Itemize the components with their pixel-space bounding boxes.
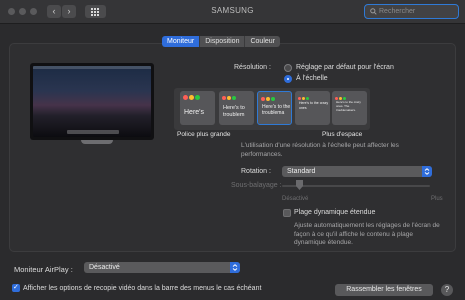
- display-stand: [81, 140, 113, 144]
- preview-menu-bar: [33, 66, 151, 69]
- help-button[interactable]: ?: [441, 284, 453, 296]
- search-icon: [370, 8, 377, 15]
- underscan-label: Sous-balayage :: [231, 182, 282, 189]
- rotation-label: Rotation :: [241, 168, 271, 175]
- resolution-default-radio[interactable]: [284, 64, 292, 72]
- resolution-scaled-label[interactable]: À l'échelle: [296, 75, 328, 82]
- search-placeholder: Rechercher: [379, 8, 416, 15]
- resolution-default-label[interactable]: Réglage par défaut pour l'écran: [296, 64, 394, 71]
- larger-text-caption: Police plus grande: [177, 131, 231, 138]
- wallpaper-image: [33, 66, 151, 137]
- scale-sample-text: Here's: [184, 109, 205, 116]
- hdr-checkbox[interactable]: [283, 209, 291, 217]
- rotation-select[interactable]: Standard: [282, 166, 432, 177]
- underscan-max-label: Plus: [431, 196, 443, 202]
- underscan-min-label: Désactivé: [282, 196, 309, 202]
- resolution-scaled-radio[interactable]: [284, 75, 292, 83]
- airplay-value: Désactivé: [89, 264, 120, 271]
- title-bar: ‹ › SAMSUNG Rechercher: [0, 0, 465, 24]
- scale-sample-text: Here's to the crazy ones: [299, 101, 329, 110]
- display-preview-image: [30, 63, 154, 140]
- mirroring-checkbox[interactable]: [12, 283, 20, 292]
- gather-windows-button[interactable]: Rassembler les fenêtres: [335, 284, 433, 296]
- airplay-select[interactable]: Désactivé: [84, 262, 240, 273]
- search-field[interactable]: Rechercher: [364, 4, 459, 19]
- tab-bar: Moniteur Disposition Couleur: [162, 36, 280, 47]
- scale-options: Here's Here's to troublem Here's to the …: [174, 88, 370, 130]
- tab-couleur[interactable]: Couleur: [245, 36, 280, 47]
- scale-option-3[interactable]: Here's to the troublema: [257, 91, 292, 125]
- underscan-slider-track[interactable]: [282, 185, 430, 187]
- hdr-label[interactable]: Plage dynamique étendue: [294, 209, 375, 216]
- chevron-updown-icon: [230, 262, 240, 273]
- airplay-label: Moniteur AirPlay :: [14, 265, 73, 274]
- scale-option-4[interactable]: Here's to the crazy ones: [295, 91, 330, 125]
- rotation-value: Standard: [287, 168, 316, 175]
- more-space-caption: Plus d'espace: [322, 131, 363, 138]
- hdr-note: Ajuste automatiquement les réglages de l…: [294, 222, 440, 246]
- tab-disposition[interactable]: Disposition: [200, 36, 246, 47]
- mirroring-label[interactable]: Afficher les options de recopie vidéo da…: [23, 285, 261, 292]
- scale-option-2[interactable]: Here's to troublem: [219, 91, 254, 125]
- chevron-updown-icon: [422, 166, 432, 177]
- scale-option-1[interactable]: Here's: [180, 91, 215, 125]
- scale-sample-text: Here's to troublem: [223, 105, 245, 118]
- scale-option-5[interactable]: Here's to the crazy ones. The troublemak…: [332, 91, 367, 125]
- tab-moniteur[interactable]: Moniteur: [162, 36, 201, 47]
- preview-dock: [67, 130, 119, 134]
- resolution-label: Résolution :: [234, 64, 271, 71]
- scale-sample-text: Here's to the crazy ones. The troublemak…: [336, 100, 361, 112]
- scaling-note: L'utilisation d'une résolution à l'échel…: [241, 142, 399, 158]
- scale-sample-text: Here's to the troublema: [262, 104, 291, 116]
